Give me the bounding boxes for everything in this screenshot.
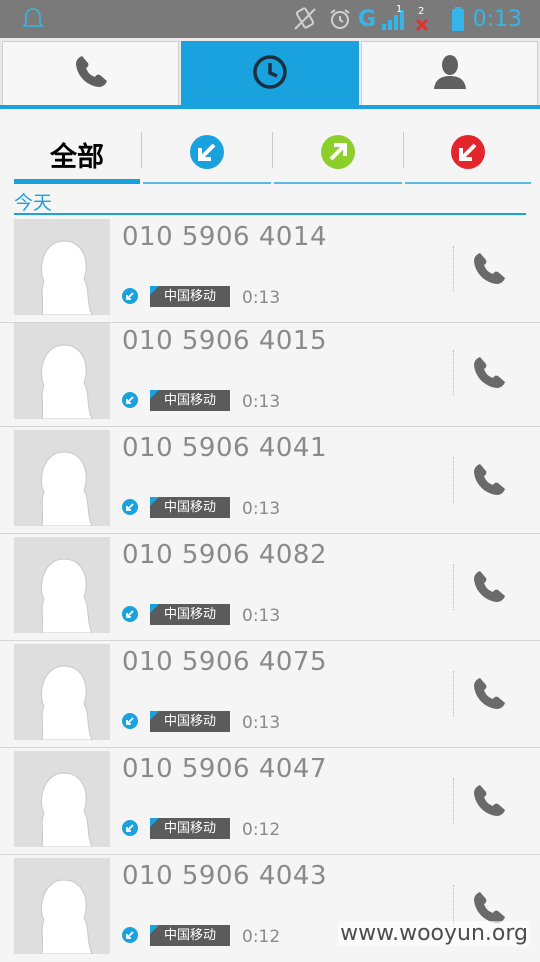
battery-icon bbox=[451, 0, 465, 38]
tab-indicator bbox=[0, 105, 540, 109]
notification-icon bbox=[22, 0, 44, 38]
incoming-call-icon bbox=[122, 820, 138, 836]
carrier-badge: 中国移动 bbox=[150, 818, 230, 839]
contact-avatar bbox=[14, 751, 110, 848]
call-duration: 0:12 bbox=[242, 927, 281, 947]
carrier-badge: 中国移动 bbox=[150, 604, 230, 625]
incoming-call-icon bbox=[122, 392, 138, 408]
filter-missed-underline bbox=[405, 182, 531, 184]
call-divider bbox=[453, 246, 454, 292]
call-divider bbox=[453, 564, 454, 610]
missed-call-icon bbox=[449, 133, 487, 175]
vibrate-off-icon bbox=[292, 0, 318, 38]
filter-all-label: 全部 bbox=[50, 141, 104, 173]
call-divider bbox=[453, 778, 454, 824]
filter-incoming-underline bbox=[143, 182, 271, 184]
phone-icon bbox=[474, 253, 505, 284]
phone-number: 010 5906 4043 bbox=[122, 861, 327, 891]
call-log-row[interactable]: 010 5906 4015 中国移动 0:13 bbox=[0, 320, 540, 427]
incoming-call-icon bbox=[122, 499, 138, 515]
phone-icon bbox=[474, 678, 505, 709]
contact-avatar bbox=[14, 219, 110, 316]
top-tab-bar bbox=[0, 38, 540, 108]
incoming-call-icon bbox=[122, 606, 138, 622]
call-log-row[interactable]: 010 5906 4075 中国移动 0:13 bbox=[0, 641, 540, 748]
carrier-badge: 中国移动 bbox=[150, 390, 230, 411]
clock-time: 0:13 bbox=[472, 6, 522, 32]
section-header-today: 今天 bbox=[14, 192, 53, 214]
watermark: www.wooyun.org bbox=[338, 921, 530, 946]
call-divider bbox=[453, 457, 454, 503]
incoming-call-icon bbox=[188, 133, 226, 175]
filter-all-underline bbox=[14, 179, 140, 184]
call-duration: 0:13 bbox=[242, 392, 281, 412]
call-back-button[interactable] bbox=[466, 350, 512, 396]
filter-all[interactable]: 全部 bbox=[14, 122, 140, 186]
incoming-call-icon bbox=[122, 927, 138, 943]
phone-number: 010 5906 4075 bbox=[122, 647, 327, 677]
call-filter-bar: 全部 bbox=[0, 112, 540, 192]
phone-number: 010 5906 4015 bbox=[122, 326, 327, 356]
call-duration: 0:13 bbox=[242, 713, 281, 733]
carrier-badge: 中国移动 bbox=[150, 286, 230, 307]
phone-icon bbox=[474, 357, 505, 388]
network-type: G bbox=[358, 6, 377, 32]
call-back-button[interactable] bbox=[466, 564, 512, 610]
phone-icon bbox=[474, 571, 505, 602]
call-log-row[interactable]: 010 5906 4082 中国移动 0:13 bbox=[0, 534, 540, 641]
tab-contacts[interactable] bbox=[361, 41, 538, 107]
contact-avatar bbox=[14, 430, 110, 527]
filter-divider bbox=[141, 132, 142, 168]
contact-icon bbox=[430, 52, 470, 96]
contact-avatar bbox=[14, 537, 110, 634]
sim1-label: 1 bbox=[396, 3, 403, 15]
contact-avatar bbox=[14, 644, 110, 741]
phone-icon bbox=[474, 464, 505, 495]
phone-icon bbox=[71, 52, 111, 96]
alarm-icon bbox=[328, 0, 352, 38]
status-bar: G 1 2 0:13 bbox=[0, 0, 540, 38]
filter-outgoing-underline bbox=[274, 182, 402, 184]
call-log-row[interactable]: 010 5906 4041 中国移动 0:13 bbox=[0, 427, 540, 534]
call-duration: 0:12 bbox=[242, 820, 281, 840]
carrier-badge: 中国移动 bbox=[150, 711, 230, 732]
incoming-call-icon bbox=[122, 713, 138, 729]
call-divider bbox=[453, 350, 454, 396]
phone-number: 010 5906 4014 bbox=[122, 222, 327, 252]
tab-call-log[interactable] bbox=[181, 41, 359, 107]
carrier-badge: 中国移动 bbox=[150, 925, 230, 946]
filter-missed[interactable] bbox=[405, 122, 531, 186]
filter-divider bbox=[272, 132, 273, 168]
filter-outgoing[interactable] bbox=[274, 122, 402, 186]
call-back-button[interactable] bbox=[466, 246, 512, 292]
call-log-row[interactable]: 010 5906 4014 中国移动 0:13 bbox=[0, 216, 540, 323]
clock-icon bbox=[250, 52, 290, 96]
phone-number: 010 5906 4047 bbox=[122, 754, 327, 784]
filter-divider bbox=[403, 132, 404, 168]
tab-dialer[interactable] bbox=[2, 41, 179, 107]
incoming-call-icon bbox=[122, 288, 138, 304]
phone-icon bbox=[474, 785, 505, 816]
call-back-button[interactable] bbox=[466, 778, 512, 824]
carrier-badge: 中国移动 bbox=[150, 497, 230, 518]
outgoing-call-icon bbox=[319, 133, 357, 175]
filter-incoming[interactable] bbox=[143, 122, 271, 186]
call-log-row[interactable]: 010 5906 4047 中国移动 0:12 bbox=[0, 748, 540, 855]
call-duration: 0:13 bbox=[242, 288, 281, 308]
call-duration: 0:13 bbox=[242, 606, 281, 626]
contact-avatar bbox=[14, 323, 110, 420]
phone-number: 010 5906 4041 bbox=[122, 433, 327, 463]
call-back-button[interactable] bbox=[466, 671, 512, 717]
call-back-button[interactable] bbox=[466, 457, 512, 503]
contact-avatar bbox=[14, 858, 110, 955]
call-duration: 0:13 bbox=[242, 499, 281, 519]
section-divider bbox=[14, 213, 526, 215]
call-divider bbox=[453, 671, 454, 717]
phone-number: 010 5906 4082 bbox=[122, 540, 327, 570]
